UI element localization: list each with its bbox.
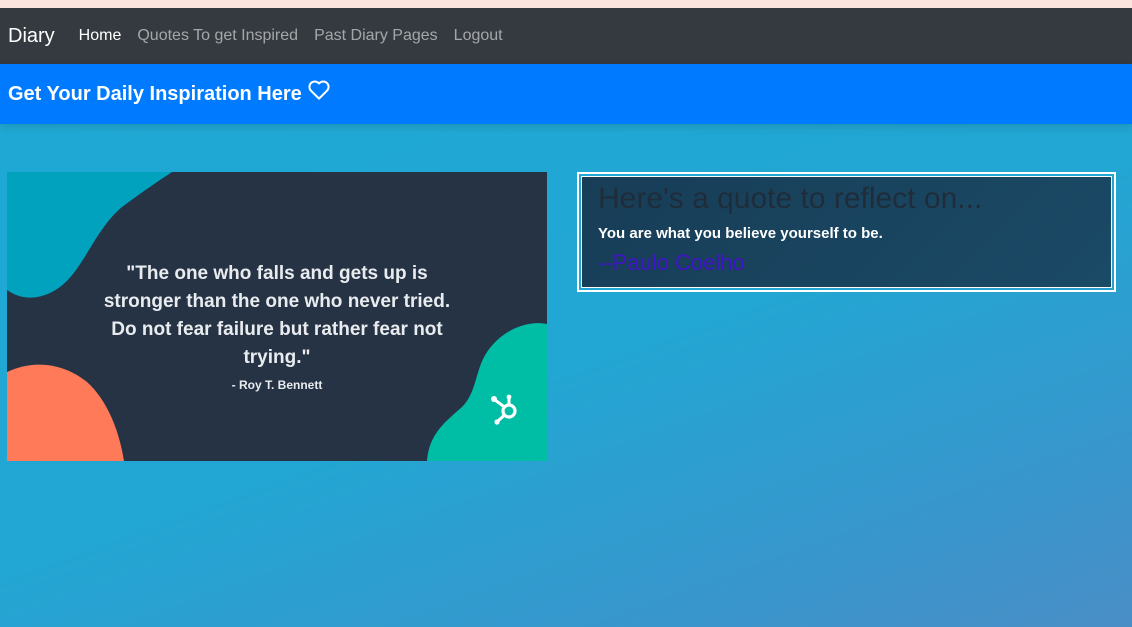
inspiration-banner: Get Your Daily Inspiration Here bbox=[0, 64, 1132, 124]
nav-link-home[interactable]: Home bbox=[79, 27, 122, 45]
banner-title: Get Your Daily Inspiration Here bbox=[8, 82, 302, 105]
browser-top-strip bbox=[0, 0, 1132, 8]
quote-card-text: You are what you believe yourself to be. bbox=[598, 225, 883, 242]
nav-link-past-diary-pages[interactable]: Past Diary Pages bbox=[314, 27, 438, 45]
image-quote-author: - Roy T. Bennett bbox=[231, 378, 323, 392]
quote-image: "The one who falls and gets up is strong… bbox=[7, 172, 547, 461]
quote-card: Here's a quote to reflect on... You are … bbox=[577, 172, 1116, 292]
image-quote-text: "The one who falls and gets up is strong… bbox=[103, 263, 451, 368]
navbar-brand[interactable]: Diary bbox=[8, 25, 55, 48]
nav-link-quotes[interactable]: Quotes To get Inspired bbox=[137, 27, 298, 45]
quote-card-heading: Here's a quote to reflect on... bbox=[598, 182, 983, 215]
nav-link-logout[interactable]: Logout bbox=[454, 27, 503, 45]
navbar: Diary Home Quotes To get Inspired Past D… bbox=[0, 8, 1132, 64]
heart-outline-icon bbox=[308, 80, 330, 105]
quote-card-author: --Paulo Coelho bbox=[598, 250, 745, 275]
quote-card-body: Here's a quote to reflect on... You are … bbox=[581, 176, 1112, 288]
